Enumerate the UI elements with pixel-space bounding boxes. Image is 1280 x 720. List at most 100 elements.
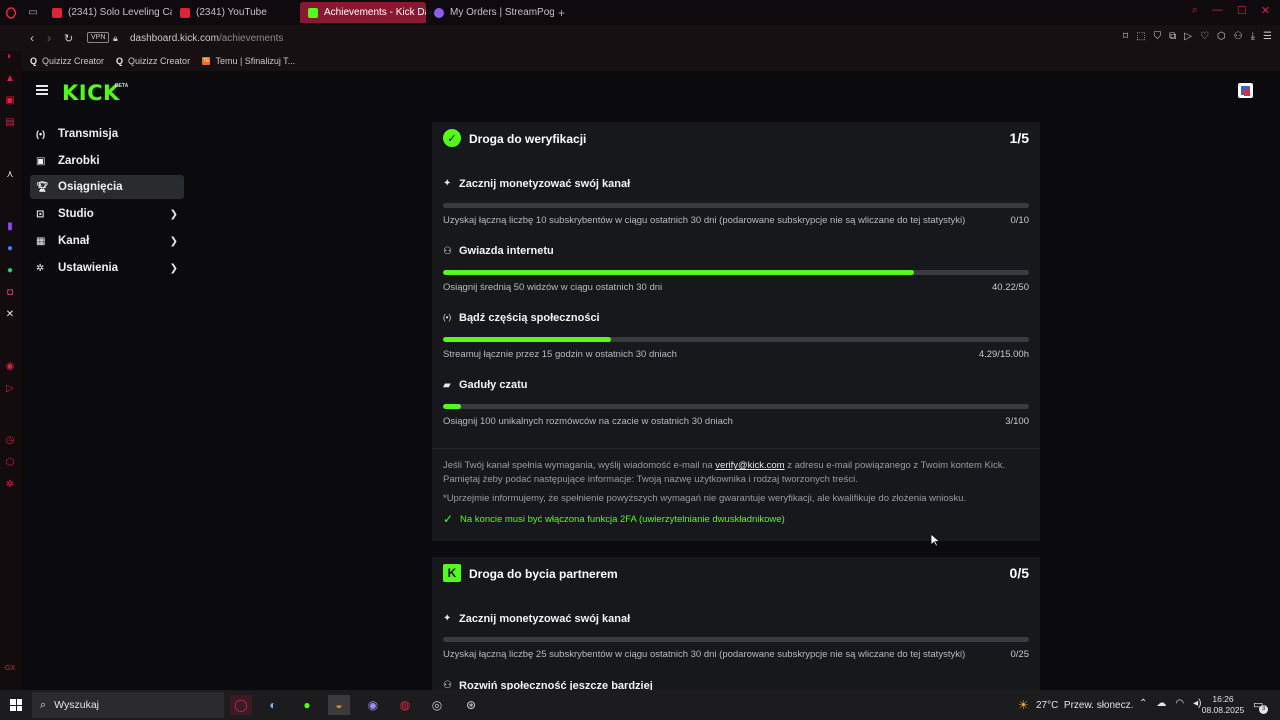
tab-manager-icon[interactable]: ▭ xyxy=(22,0,44,25)
wallet-panel-icon[interactable]: ▣ xyxy=(3,93,17,107)
x-icon[interactable]: ✕ xyxy=(3,307,17,321)
tab-solo-leveling[interactable]: (2341) Solo Leveling Cala xyxy=(44,2,172,23)
verification-note: Jeśli Twój kanał spełnia wymagania, wyśl… xyxy=(443,459,1029,486)
search-input[interactable]: Wyszukaj xyxy=(54,699,99,711)
verified-badge-icon: ✓ xyxy=(443,129,461,147)
forward-icon[interactable]: › xyxy=(47,31,51,45)
divider xyxy=(432,448,1040,449)
chrome-like-icon[interactable]: ⊛ xyxy=(460,695,482,715)
steam-icon[interactable]: ◐ xyxy=(262,695,284,715)
menu-icon[interactable]: ☰ xyxy=(1263,31,1272,42)
gx-icon[interactable]: GX xyxy=(3,661,17,675)
opera-gx-app-icon[interactable]: ◯ xyxy=(230,695,252,715)
app-icon-gray[interactable]: ◎ xyxy=(426,695,448,715)
achievement-title: Gwiazda internetu xyxy=(459,245,554,257)
minimize-icon[interactable]: — xyxy=(1212,4,1223,17)
chat-icon: ▰ xyxy=(443,380,451,391)
chevron-down-icon[interactable]: ❯ xyxy=(170,209,178,220)
close-icon[interactable]: ✕ xyxy=(1261,4,1270,17)
maximize-icon[interactable]: ☐ xyxy=(1237,4,1247,17)
nav-kanal[interactable]: ▦ Kanał ❯ xyxy=(30,229,184,253)
history-icon[interactable]: ◷ xyxy=(3,433,17,447)
kick-panel-icon[interactable]: ⋏ xyxy=(3,167,17,181)
discord-icon[interactable]: ◉ xyxy=(362,695,384,715)
play-icon[interactable]: ▷ xyxy=(1184,31,1192,42)
url-domain: dashboard.kick.com xyxy=(130,32,219,44)
achievement-title: Zacznij monetyzować swój kanał xyxy=(459,613,631,625)
weather-text[interactable]: 27°C Przew. słonecz. xyxy=(1036,700,1133,711)
new-tab-icon[interactable]: + xyxy=(558,6,572,20)
heart-icon[interactable]: ♡ xyxy=(1200,31,1209,42)
nav-osiagniecia[interactable]: 🏆︎ Osiągnięcia xyxy=(30,175,184,199)
chevron-down-icon[interactable]: ❯ xyxy=(170,263,178,274)
bookmark-quizizz-1[interactable]: Q Quizizz Creator xyxy=(30,56,104,66)
avatar[interactable] xyxy=(1238,83,1253,98)
quizizz-icon: Q xyxy=(116,56,124,66)
lock-icon[interactable]: 🔒︎ xyxy=(113,33,118,44)
profile-icon[interactable]: ⚇ xyxy=(1234,31,1243,42)
chevron-up-icon[interactable]: ⌃ xyxy=(1139,698,1147,709)
aria-icon[interactable]: ◐ xyxy=(3,49,17,63)
bookmark-label: Temu | Sfinalizuj T... xyxy=(215,56,296,66)
chevron-down-icon[interactable]: ❯ xyxy=(170,236,178,247)
clock[interactable]: 16:26 08.08.2025 xyxy=(1200,694,1246,716)
download-icon[interactable]: ⤓ xyxy=(1251,31,1255,42)
kick-dashboard: KICK BETA (•) Transmisja ▣ Zarobki 🏆︎ Os… xyxy=(22,71,1280,690)
obs-like-icon[interactable]: ◍ xyxy=(394,695,416,715)
snapshot-icon[interactable]: ⌑ xyxy=(1123,31,1128,42)
settings-panel-icon[interactable]: ✲ xyxy=(3,477,17,491)
kick-logo[interactable]: KICK xyxy=(62,81,120,105)
verify-email-link[interactable]: verify@kick.com xyxy=(715,460,784,471)
twitch-icon[interactable]: ▮ xyxy=(3,219,17,233)
extensions-icon[interactable]: ⬡ xyxy=(1217,31,1226,42)
achievement-desc: Uzyskaj łączną liczbę 25 subskrybentów w… xyxy=(443,649,966,660)
taskbar-search[interactable]: ⌕ Wyszukaj xyxy=(32,692,224,718)
sparkle-icon: ✦ xyxy=(443,613,452,624)
achievement-desc: Osiągnij średnią 50 widzów w ciągu ostat… xyxy=(443,282,663,293)
tab-achievements[interactable]: Achievements - Kick Das xyxy=(300,2,426,23)
screenshot-icon[interactable]: ⬚ xyxy=(1136,31,1145,42)
achievement-value: 0/25 xyxy=(1010,649,1030,660)
messenger-icon[interactable]: ● xyxy=(3,241,17,255)
settings-icon: ✲ xyxy=(36,262,45,274)
nav-transmisja[interactable]: (•) Transmisja xyxy=(30,122,184,146)
progress-bar xyxy=(443,404,1029,409)
nav-studio[interactable]: ⊡ Studio ❯ xyxy=(30,202,184,226)
achievement-desc: Uzyskaj łączną liczbę 10 subskrybentów w… xyxy=(443,215,966,226)
music-icon[interactable]: ◉ xyxy=(3,359,17,373)
bookmark-temu[interactable]: TE Temu | Sfinalizuj T... xyxy=(202,56,295,66)
search-tabs-icon[interactable]: ⌕ xyxy=(1192,4,1198,17)
nav-label: Ustawienia xyxy=(58,262,119,274)
url-field[interactable]: dashboard.kick.com/achievements xyxy=(130,33,283,44)
back-icon[interactable]: ‹ xyxy=(30,31,34,45)
bookmark-quizizz-2[interactable]: Q Quizizz Creator xyxy=(116,56,190,66)
nav-zarobki[interactable]: ▣ Zarobki xyxy=(30,149,184,173)
cloud-icon[interactable]: ☁ xyxy=(1156,698,1166,709)
hamburger-icon[interactable] xyxy=(36,85,48,95)
wifi-icon[interactable]: ◠ xyxy=(1175,698,1184,709)
tab-youtube[interactable]: (2341) YouTube xyxy=(172,2,300,23)
notification-badge: 3 xyxy=(1259,705,1268,714)
player-icon[interactable]: ▷ xyxy=(3,381,17,395)
shield-icon[interactable]: ⛉ xyxy=(1154,31,1162,42)
copy-icon[interactable]: ⧉ xyxy=(1169,31,1176,42)
bookmarks-bar: Q Quizizz Creator Q Quizizz Creator TE T… xyxy=(22,51,1280,71)
reload-icon[interactable]: ↻ xyxy=(64,32,73,45)
news-icon[interactable]: ▤ xyxy=(3,115,17,129)
windows-start-icon[interactable] xyxy=(10,699,22,711)
nav-ustawienia[interactable]: ✲ Ustawienia ❯ xyxy=(30,256,184,280)
app-icon-orange[interactable]: ◒ xyxy=(328,695,350,715)
whatsapp-icon[interactable]: ● xyxy=(3,263,17,277)
instagram-icon[interactable]: ◘ xyxy=(3,285,17,299)
weather-icon[interactable]: ☀ xyxy=(1018,698,1029,712)
workspace-icon[interactable]: ▲ xyxy=(3,71,17,85)
utorrent-icon[interactable]: ● xyxy=(296,695,318,715)
opera-menu-icon[interactable] xyxy=(0,0,22,25)
nav-label: Osiągnięcia xyxy=(58,181,123,193)
date: 08.08.2025 xyxy=(1201,705,1245,715)
achievement-title: Bądź częścią społeczności xyxy=(459,312,600,324)
extensions-panel-icon[interactable]: ⬡ xyxy=(3,455,17,469)
vpn-badge[interactable]: VPN xyxy=(87,32,110,43)
tab-streampog[interactable]: My Orders | StreamPog xyxy=(426,2,554,23)
mouse-cursor xyxy=(931,534,940,547)
